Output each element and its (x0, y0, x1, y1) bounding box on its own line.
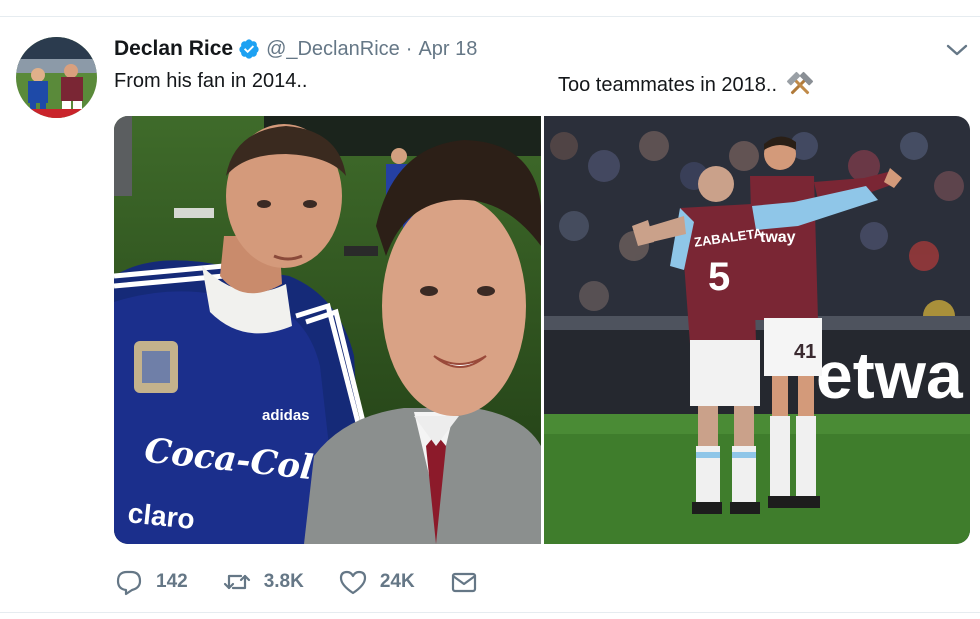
tweet-media[interactable]: adidas Coca-Cola claro etwa 41 ZABALETA … (114, 116, 970, 544)
retweet-button[interactable]: 3.8K (222, 567, 304, 597)
tweet-card: Declan Rice @_DeclanRice · Apr 18 From h… (0, 0, 980, 619)
photo-teammates-2018[interactable]: etwa 41 ZABALETA 5 tway (544, 116, 970, 544)
like-count: 24K (379, 571, 415, 592)
tweet-actions: 142 3.8K 24K (114, 564, 513, 600)
reply-icon (116, 570, 142, 596)
envelope-icon (451, 572, 476, 593)
teammate-number-text: 41 (794, 341, 816, 363)
tweet-date[interactable]: Apr 18 (418, 38, 477, 61)
reply-button[interactable]: 142 (114, 567, 188, 597)
verified-badge-icon (239, 39, 259, 59)
avatar[interactable] (16, 37, 97, 118)
board-text: etwa (816, 338, 964, 412)
adidas-logo-text: adidas (262, 407, 310, 424)
player-number-text: 5 (708, 255, 730, 299)
hammers-emoji-icon (786, 71, 814, 95)
photo-selfie-2014[interactable]: adidas Coca-Cola claro (114, 116, 541, 544)
shirt-sponsor-text: tway (760, 229, 796, 246)
bottom-divider (0, 612, 980, 613)
like-button[interactable]: 24K (338, 567, 415, 597)
tweet-text-left: From his fan in 2014.. (114, 70, 308, 92)
author-handle[interactable]: @_DeclanRice (266, 38, 400, 61)
chevron-down-icon[interactable] (944, 40, 970, 60)
author-name[interactable]: Declan Rice (114, 37, 233, 61)
retweet-icon (223, 574, 250, 590)
top-divider (0, 16, 980, 17)
tweet-text-right: Too teammates in 2018.. (558, 73, 778, 96)
separator: · (405, 37, 413, 60)
tweet-text-right-wrap: Too teammates in 2018.. (558, 70, 815, 100)
retweet-count: 3.8K (263, 571, 304, 592)
direct-message-button[interactable] (449, 567, 479, 597)
tweet-header: Declan Rice @_DeclanRice · Apr 18 (114, 36, 477, 62)
heart-icon (339, 570, 366, 595)
reply-count: 142 (156, 571, 188, 592)
